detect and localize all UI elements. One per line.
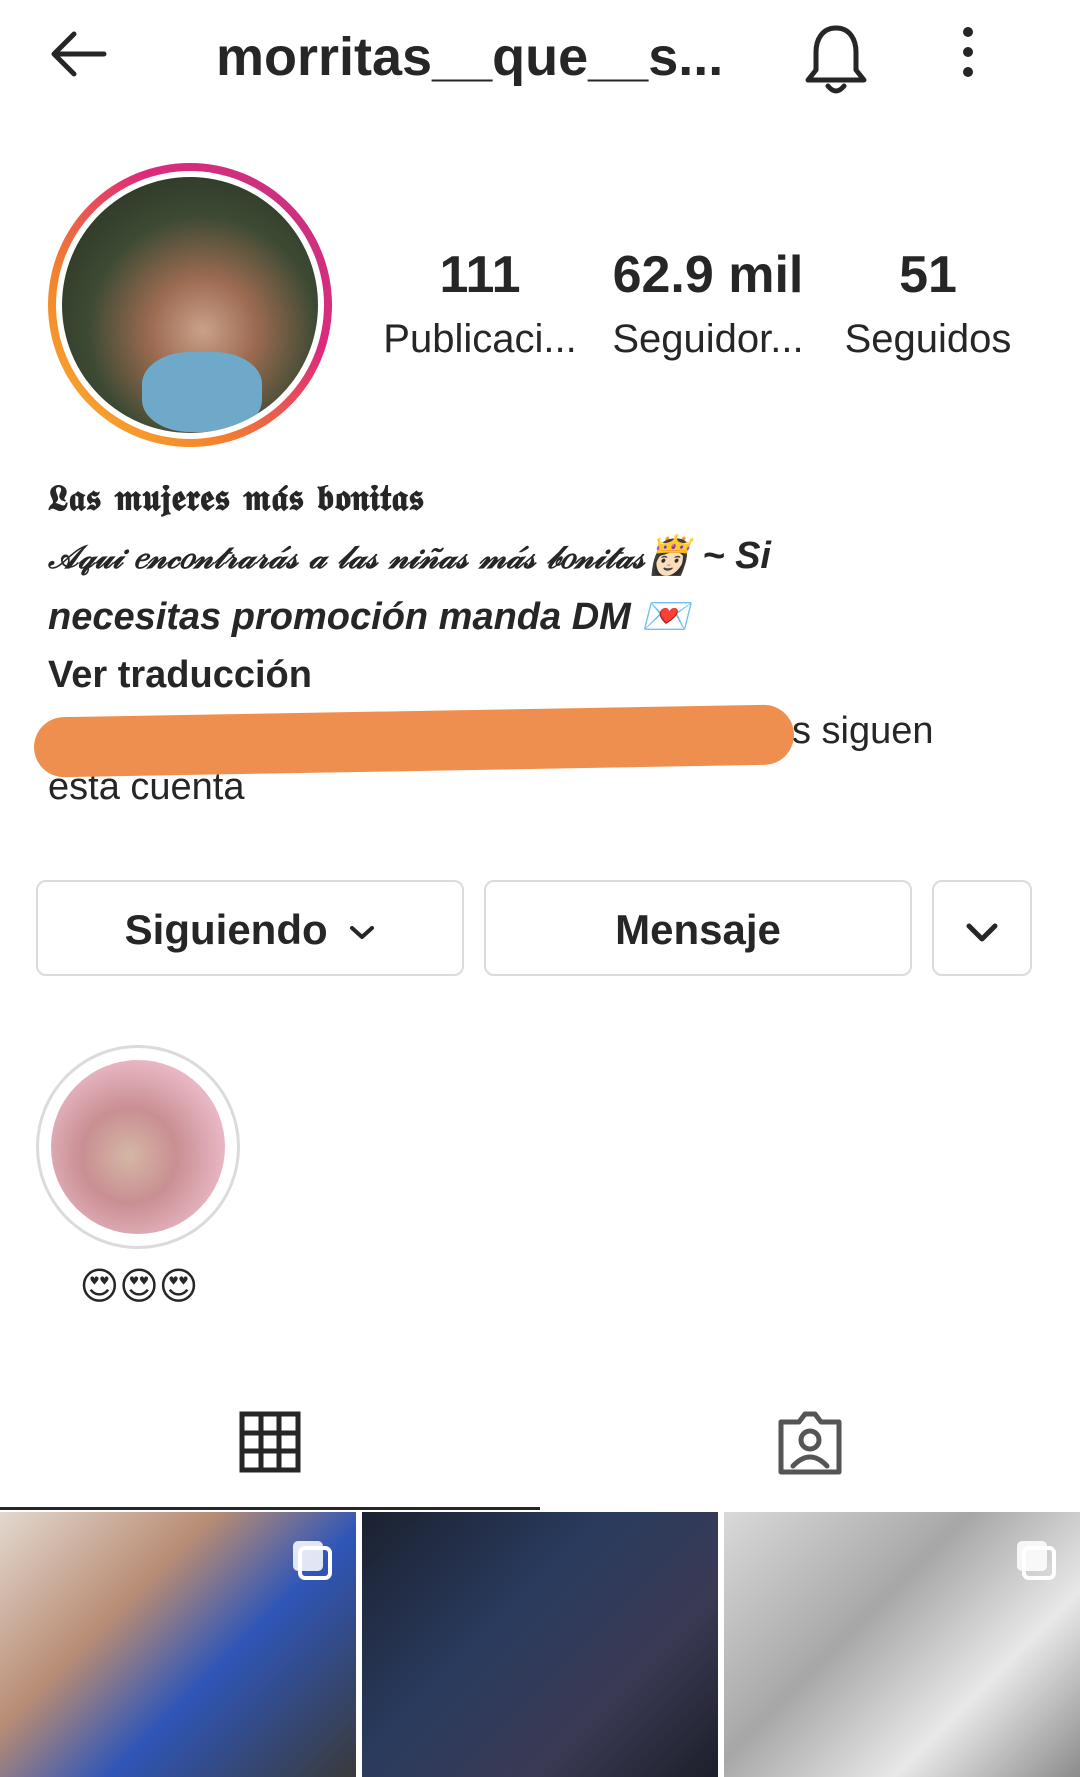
stat-followers-label: Seguidor... [612,317,804,361]
bell-icon [805,25,867,94]
bio-line-1-emoji: 👸🏻 [644,535,692,577]
profile-actions: Siguiendo Mensaje [36,880,1036,980]
profile-avatar[interactable] [48,163,332,447]
avatar-photo-detail [142,352,262,432]
followed-by-text[interactable]: s siguen esta cuenta [33,703,1038,815]
post-thumbnail[interactable] [724,1512,1080,1777]
posts-grid [0,1512,1080,1777]
avatar-border [56,171,324,439]
stat-following-value: 51 [899,246,957,304]
stat-followers-value: 62.9 mil [612,246,804,304]
multiple-photos-icon [1017,1541,1056,1580]
envelope-heart-icon: 💌 [641,596,689,638]
tab-posts-grid[interactable] [0,1380,540,1510]
highlight-ring [36,1045,240,1249]
bio-name: 𝕷𝖆𝖘 𝖒𝖚𝖏𝖊𝖗𝖊𝖘 𝖒𝖆́𝖘 𝖇𝖔𝖓𝖎𝖙𝖆𝖘 [48,477,425,519]
tagged-user-icon [778,1411,842,1475]
message-button[interactable]: Mensaje [484,880,912,976]
profile-username: morritas__que__s... [216,27,724,87]
post-thumbnail[interactable] [0,1512,356,1777]
more-vertical-icon [963,27,973,77]
highlight-cover [51,1060,225,1234]
stat-followers[interactable]: 62.9 mil Seguidor... [598,245,818,367]
suggested-accounts-button[interactable] [932,880,1032,976]
profile-bio: 𝕷𝖆𝖘 𝖒𝖚𝖏𝖊𝖗𝖊𝖘 𝖒𝖆́𝖘 𝖇𝖔𝖓𝖎𝖙𝖆𝖘 𝒜𝓆𝓊𝒾 𝑒𝓃𝒸𝑜𝓃𝓉𝓇𝒶𝓇𝒶… [33,470,1038,815]
notifications-button[interactable] [800,18,880,98]
stat-following-label: Seguidos [844,317,1012,361]
arrow-left-icon [51,31,107,77]
bio-line-1-fancy: 𝒜𝓆𝓊𝒾 𝑒𝓃𝒸𝑜𝓃𝓉𝓇𝒶𝓇𝒶́𝓈 𝒶 𝓁𝒶𝓈 𝓃𝒾𝓃̃𝒶𝓈 𝓂𝒶́𝓈 𝒷𝑜𝓃𝒾… [48,538,645,576]
bio-line-2-text: necesitas promoción manda DM [48,596,631,638]
bio-line-1-tail: ~ Si [691,535,771,577]
stat-posts-value: 111 [439,246,521,304]
see-translation-link[interactable]: Ver traducción [48,647,1038,703]
chevron-down-icon [966,923,998,942]
chevron-down-icon [350,925,375,939]
active-tab-indicator [0,1507,540,1510]
more-options-button[interactable] [958,22,1008,92]
bio-line-2: necesitas promoción manda DM 💌 [48,587,1038,647]
stat-posts-label: Publicaci... [383,317,577,361]
content-tabs [0,1380,1080,1510]
tab-tagged[interactable] [540,1380,1080,1510]
stat-following[interactable]: 51 Seguidos [818,245,1038,367]
stat-posts[interactable]: 111 Publicaci... [370,245,590,367]
following-label: Siguiendo [124,906,328,953]
grid-icon [239,1411,301,1473]
back-button[interactable] [46,22,126,92]
multiple-photos-icon [293,1541,332,1580]
story-highlight[interactable]: 😍😍😍 [36,1045,242,1317]
highlight-label: 😍😍😍 [79,1266,199,1308]
avatar-photo [62,177,318,433]
message-label: Mensaje [615,906,781,953]
post-thumbnail[interactable] [362,1512,718,1777]
profile-stats: 111 Publicaci... 62.9 mil Seguidor... 51… [370,245,1070,375]
bio-line-1: 𝒜𝓆𝓊𝒾 𝑒𝓃𝒸𝑜𝓃𝓉𝓇𝒶𝓇𝒶́𝓈 𝒶 𝓁𝒶𝓈 𝓃𝒾𝓃̃𝒶𝓈 𝓂𝒶́𝓈 𝒷𝑜𝓃𝒾… [48,526,1038,587]
top-bar: morritas__que__s... [0,0,1080,110]
following-button[interactable]: Siguiendo [36,880,464,976]
followed-by-suffix: s siguen [792,710,934,752]
